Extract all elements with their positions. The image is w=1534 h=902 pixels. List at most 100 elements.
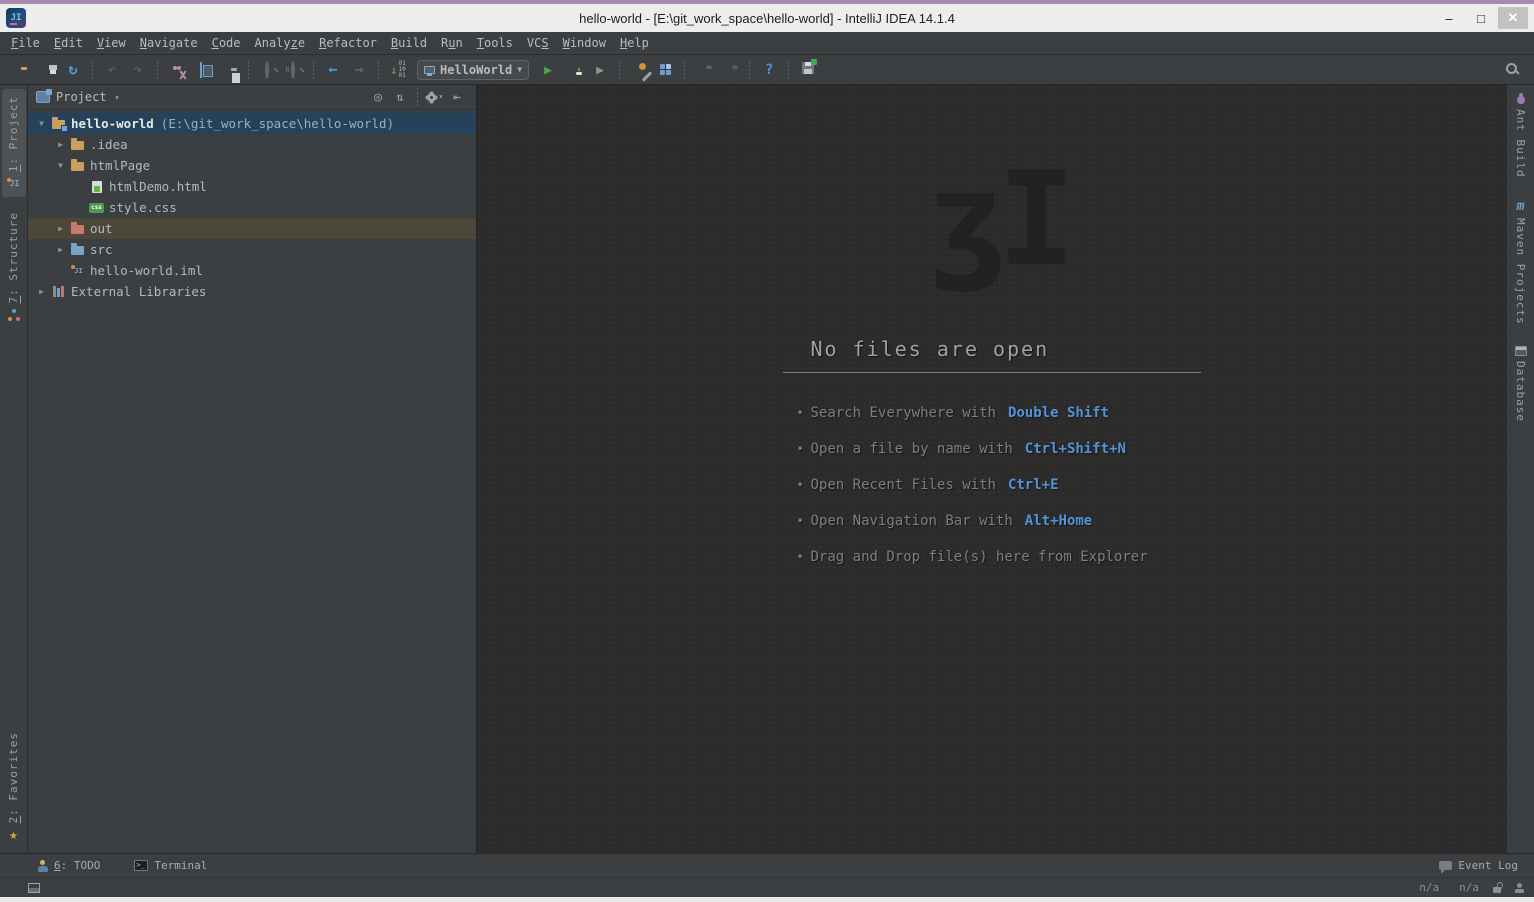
project-panel-title[interactable]: Project [56, 90, 107, 104]
minimize-button[interactable]: – [1434, 7, 1464, 29]
project-structure-icon [659, 64, 671, 75]
save-plugin-icon [802, 59, 818, 77]
run-button[interactable]: ▶ [535, 58, 561, 82]
forward-button[interactable]: → [346, 58, 372, 82]
find-button[interactable] [255, 58, 281, 82]
toolwindow-button-7-structure[interactable]: 7: Structure [2, 205, 26, 327]
view-options-button[interactable]: ▾ [424, 87, 446, 107]
binary-download-button[interactable]: ↓ 01 10 01 [385, 58, 411, 82]
tree-expand-arrow-icon[interactable] [34, 119, 49, 128]
toolwindow-button-ant-build[interactable]: Ant Build [1509, 89, 1533, 185]
separator [248, 60, 249, 79]
redo-button[interactable]: ↷ [125, 58, 151, 82]
tree-expand-arrow-icon[interactable] [53, 245, 68, 254]
cut-button[interactable] [164, 58, 190, 82]
editor-tip: • Search Everywhere with Double Shift [796, 405, 1110, 421]
toolbar-right-group: ▶ ▶ ? [535, 58, 821, 82]
separator [157, 60, 158, 79]
project-structure-button[interactable] [652, 58, 678, 82]
todo-icon [38, 859, 48, 872]
debug-button[interactable] [561, 58, 587, 82]
unlock-button[interactable] [1493, 883, 1501, 893]
tree-expand-arrow-icon[interactable] [53, 161, 68, 170]
menu-item-build[interactable]: Build [384, 32, 434, 54]
project-panel-actions: ◎ ⇅ ▾ ⇤ [367, 87, 468, 107]
help-icon: ? [764, 61, 774, 78]
maven-icon: m [1516, 198, 1525, 214]
star-icon: ★ [9, 827, 18, 843]
maximize-button[interactable]: □ [1466, 7, 1496, 29]
separator [684, 60, 686, 79]
toolwindow-button-2-favorites[interactable]: 2: Favorites ★ [2, 725, 26, 849]
toolwindow-button-terminal[interactable]: >_ Terminal [130, 854, 211, 877]
menu-item-analyze[interactable]: Analy z e [248, 32, 313, 54]
tree-row-style-css[interactable]: css style.css [28, 197, 476, 218]
search-everywhere-button[interactable] [1500, 58, 1526, 82]
coverage-icon: ▶ [596, 62, 604, 78]
menu-item-navigate[interactable]: Navigate [133, 32, 205, 54]
hector-inspector-button[interactable] [1515, 882, 1524, 893]
tree-row-hello-world[interactable]: hello-world (E:\git_work_space\hello-wor… [28, 113, 476, 134]
menu-item-view[interactable]: View [90, 32, 133, 54]
copy-button[interactable] [190, 58, 216, 82]
toolwindow-button-1-project[interactable]: 1: Project JI [1, 89, 26, 198]
collapse-all-button[interactable]: ⇅ [389, 87, 411, 107]
menu-item-run[interactable]: Run [434, 32, 470, 54]
menu-item-refactor[interactable]: Refactor [312, 32, 384, 54]
tree-expand-arrow-icon[interactable] [53, 224, 68, 233]
statusbar-values: n/a n/a [1399, 881, 1479, 894]
tree-row-hello-world-iml[interactable]: JI hello-world.iml [28, 260, 476, 281]
replace-button[interactable] [281, 58, 307, 82]
back-button[interactable]: ← [320, 58, 346, 82]
toolwindow-button-event-log[interactable]: Event Log [1435, 859, 1522, 874]
editor-area[interactable]: ʒI No files are open • Search Everywhere… [477, 85, 1506, 853]
empty-editor-tips: No files are open • Search Everywhere wi… [782, 337, 1201, 585]
separator [619, 60, 621, 79]
undo-button[interactable]: ↶ [99, 58, 125, 82]
run-with-coverage-button[interactable]: ▶ [587, 58, 613, 82]
tree-row-htmlpage[interactable]: htmlPage [28, 155, 476, 176]
synchronize-button[interactable]: ↻ [60, 58, 86, 82]
tree-row-src[interactable]: src [28, 239, 476, 260]
menu-item-file[interactable]: File [4, 32, 47, 54]
menu-item-tools[interactable]: Tools [470, 32, 520, 54]
chevron-down-icon[interactable]: ▾ [115, 93, 120, 102]
shortcut-hint: Ctrl+Shift+N [1024, 441, 1126, 457]
menu-item-edit[interactable]: Edit [47, 32, 90, 54]
tree-expand-arrow-icon[interactable] [34, 287, 49, 296]
toolwindow-button-maven-projects[interactable]: m Maven Projects [1509, 193, 1533, 332]
structure-tool-icon [7, 308, 20, 321]
menu-item-vcs[interactable]: VC S [520, 32, 556, 54]
tree-row-out[interactable]: out [28, 218, 476, 239]
project-tool-icon: JI [7, 177, 20, 190]
run-configuration-select[interactable]: HelloWorld ▼ [417, 59, 530, 80]
settings-button[interactable] [626, 58, 652, 82]
toggle-toolwindow-buttons-button[interactable] [28, 882, 40, 893]
open-button[interactable] [8, 58, 34, 82]
shortcut-hint: Alt+Home [1024, 513, 1093, 529]
save-as-template-button[interactable] [795, 58, 821, 82]
hide-panel-button[interactable]: ⇤ [446, 87, 468, 107]
android-deploy-button[interactable] [691, 58, 717, 82]
status-value: n/a [1459, 881, 1479, 894]
scroll-to-source-button[interactable]: ◎ [367, 87, 389, 107]
menu-item-code[interactable]: Code [205, 32, 248, 54]
tree-row-external-libraries[interactable]: External Libraries [28, 281, 476, 302]
tree-row-idea[interactable]: .idea [28, 134, 476, 155]
menubar: File Edit View Navigate Code Analy z e Ref… [0, 32, 1534, 55]
menu-item-window[interactable]: Window [556, 32, 613, 54]
paste-button[interactable] [216, 58, 242, 82]
tree-expand-arrow-icon[interactable] [53, 140, 68, 149]
android-monitor-button[interactable] [717, 58, 743, 82]
bottom-bar-left: 6: TODO >_ Terminal [34, 854, 237, 877]
forward-icon: → [354, 60, 364, 78]
save-all-button[interactable] [34, 58, 60, 82]
toolwindow-button-6-todo[interactable]: 6: TODO [34, 854, 104, 877]
tree-row-htmldemo-html[interactable]: htmlDemo.html [28, 176, 476, 197]
binary-download-icon: ↓ 01 10 01 [390, 59, 406, 79]
toolwindow-button-database[interactable]: Database [1509, 339, 1533, 429]
menu-item-help[interactable]: Help [613, 32, 656, 54]
close-button[interactable]: ✕ [1498, 7, 1528, 29]
help-button[interactable]: ? [756, 58, 782, 82]
run-configuration-label: HelloWorld [440, 62, 513, 77]
